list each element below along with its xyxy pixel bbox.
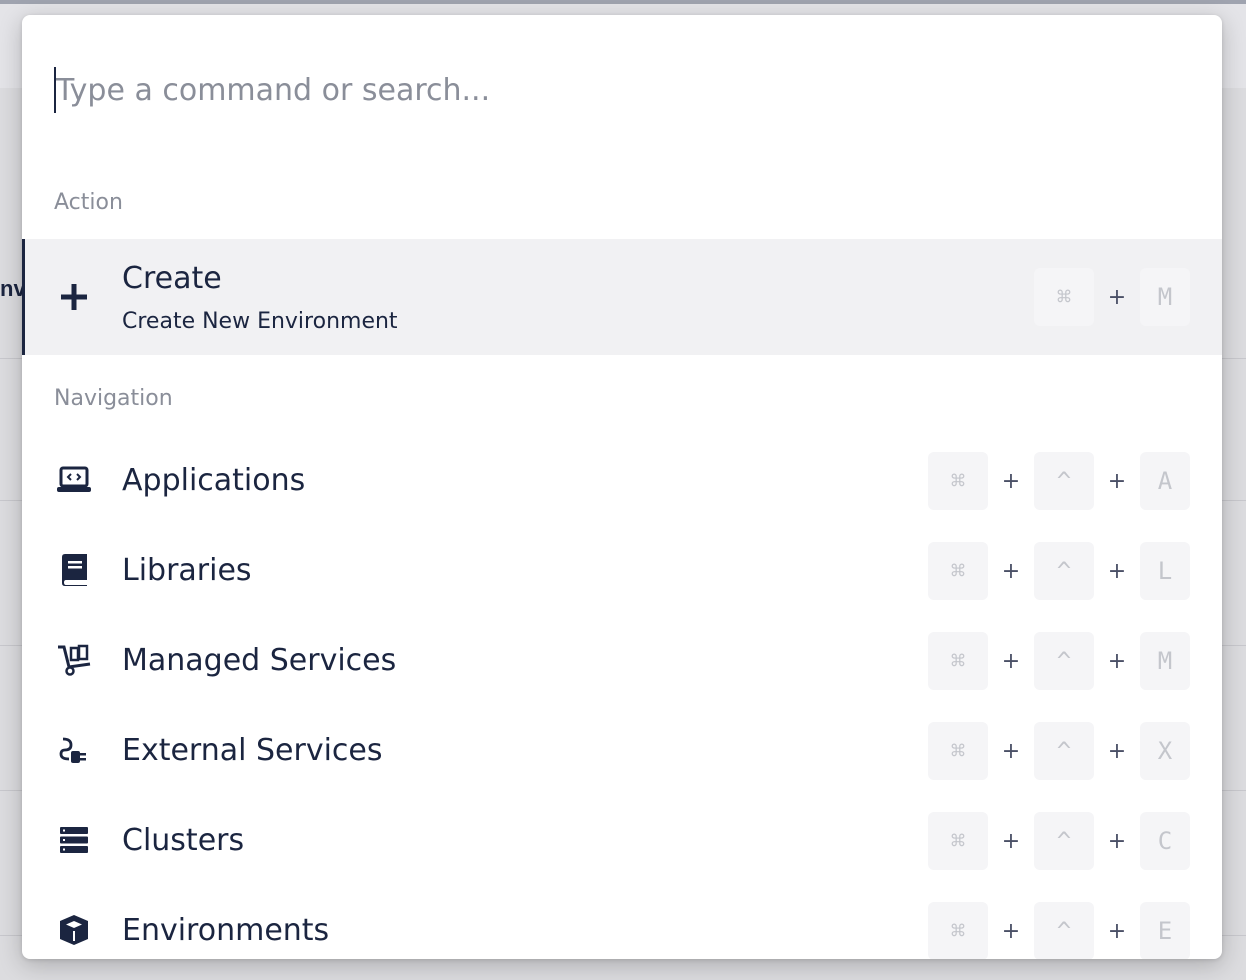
plus-separator: + bbox=[1001, 828, 1021, 854]
letter-key: X bbox=[1140, 722, 1190, 780]
plus-separator: + bbox=[1001, 738, 1021, 764]
command-key: ⌘ bbox=[928, 902, 988, 959]
section-label-action: Action bbox=[54, 190, 123, 215]
command-title: Create bbox=[122, 261, 222, 296]
command-item-create[interactable]: Create Create New Environment ⌘ + M bbox=[22, 239, 1222, 355]
command-title: Managed Services bbox=[122, 643, 397, 678]
background-peek-text: nv bbox=[0, 276, 22, 301]
command-key: ⌘ bbox=[928, 632, 988, 690]
command-title: Clusters bbox=[122, 823, 245, 858]
command-item-clusters[interactable]: Clusters ⌘ + ^ + C bbox=[22, 805, 1222, 877]
command-key: ⌘ bbox=[1034, 268, 1094, 326]
control-key: ^ bbox=[1034, 812, 1094, 870]
plus-separator: + bbox=[1107, 918, 1127, 944]
plus-separator: + bbox=[1107, 648, 1127, 674]
plug-icon bbox=[56, 732, 92, 768]
cube-icon bbox=[56, 912, 92, 948]
letter-key: L bbox=[1140, 542, 1190, 600]
plus-separator: + bbox=[1001, 918, 1021, 944]
command-item-libraries[interactable]: Libraries ⌘ + ^ + L bbox=[22, 535, 1222, 607]
control-key: ^ bbox=[1034, 722, 1094, 780]
section-label-navigation: Navigation bbox=[54, 386, 173, 411]
letter-key: M bbox=[1140, 632, 1190, 690]
search-bar bbox=[54, 67, 1184, 113]
command-title: Applications bbox=[122, 463, 306, 498]
command-search-input[interactable] bbox=[54, 67, 1184, 113]
plus-separator: + bbox=[1107, 468, 1127, 494]
command-palette: Action Create Create New Environment ⌘ +… bbox=[22, 15, 1222, 959]
command-title: External Services bbox=[122, 733, 383, 768]
letter-key: C bbox=[1140, 812, 1190, 870]
laptop-code-icon bbox=[56, 462, 92, 498]
letter-key: M bbox=[1140, 268, 1190, 326]
command-subtitle: Create New Environment bbox=[122, 309, 398, 334]
plus-icon bbox=[56, 279, 92, 315]
plus-separator: + bbox=[1001, 648, 1021, 674]
command-item-applications[interactable]: Applications ⌘ + ^ + A bbox=[22, 445, 1222, 517]
plus-separator: + bbox=[1001, 468, 1021, 494]
command-title: Libraries bbox=[122, 553, 252, 588]
control-key: ^ bbox=[1034, 542, 1094, 600]
command-item-environments[interactable]: Environments ⌘ + ^ + E bbox=[22, 895, 1222, 959]
keyboard-shortcut: ⌘ + M bbox=[1034, 268, 1190, 326]
command-key: ⌘ bbox=[928, 722, 988, 780]
control-key: ^ bbox=[1034, 632, 1094, 690]
plus-separator: + bbox=[1107, 738, 1127, 764]
command-item-managed-services[interactable]: Managed Services ⌘ + ^ + M bbox=[22, 625, 1222, 697]
keyboard-shortcut: ⌘ + ^ + M bbox=[928, 632, 1190, 690]
command-key: ⌘ bbox=[928, 542, 988, 600]
plus-separator: + bbox=[1107, 284, 1127, 310]
server-list-icon bbox=[56, 822, 92, 858]
control-key: ^ bbox=[1034, 902, 1094, 959]
plus-separator: + bbox=[1107, 558, 1127, 584]
command-item-external-services[interactable]: External Services ⌘ + ^ + X bbox=[22, 715, 1222, 787]
control-key: ^ bbox=[1034, 452, 1094, 510]
plus-separator: + bbox=[1107, 828, 1127, 854]
keyboard-shortcut: ⌘ + ^ + C bbox=[928, 812, 1190, 870]
command-title: Environments bbox=[122, 913, 330, 948]
letter-key: E bbox=[1140, 902, 1190, 959]
keyboard-shortcut: ⌘ + ^ + E bbox=[928, 902, 1190, 959]
plus-separator: + bbox=[1001, 558, 1021, 584]
keyboard-shortcut: ⌘ + ^ + A bbox=[928, 452, 1190, 510]
dolly-icon bbox=[56, 642, 92, 678]
book-icon bbox=[56, 552, 92, 588]
letter-key: A bbox=[1140, 452, 1190, 510]
keyboard-shortcut: ⌘ + ^ + L bbox=[928, 542, 1190, 600]
command-key: ⌘ bbox=[928, 452, 988, 510]
keyboard-shortcut: ⌘ + ^ + X bbox=[928, 722, 1190, 780]
command-key: ⌘ bbox=[928, 812, 988, 870]
